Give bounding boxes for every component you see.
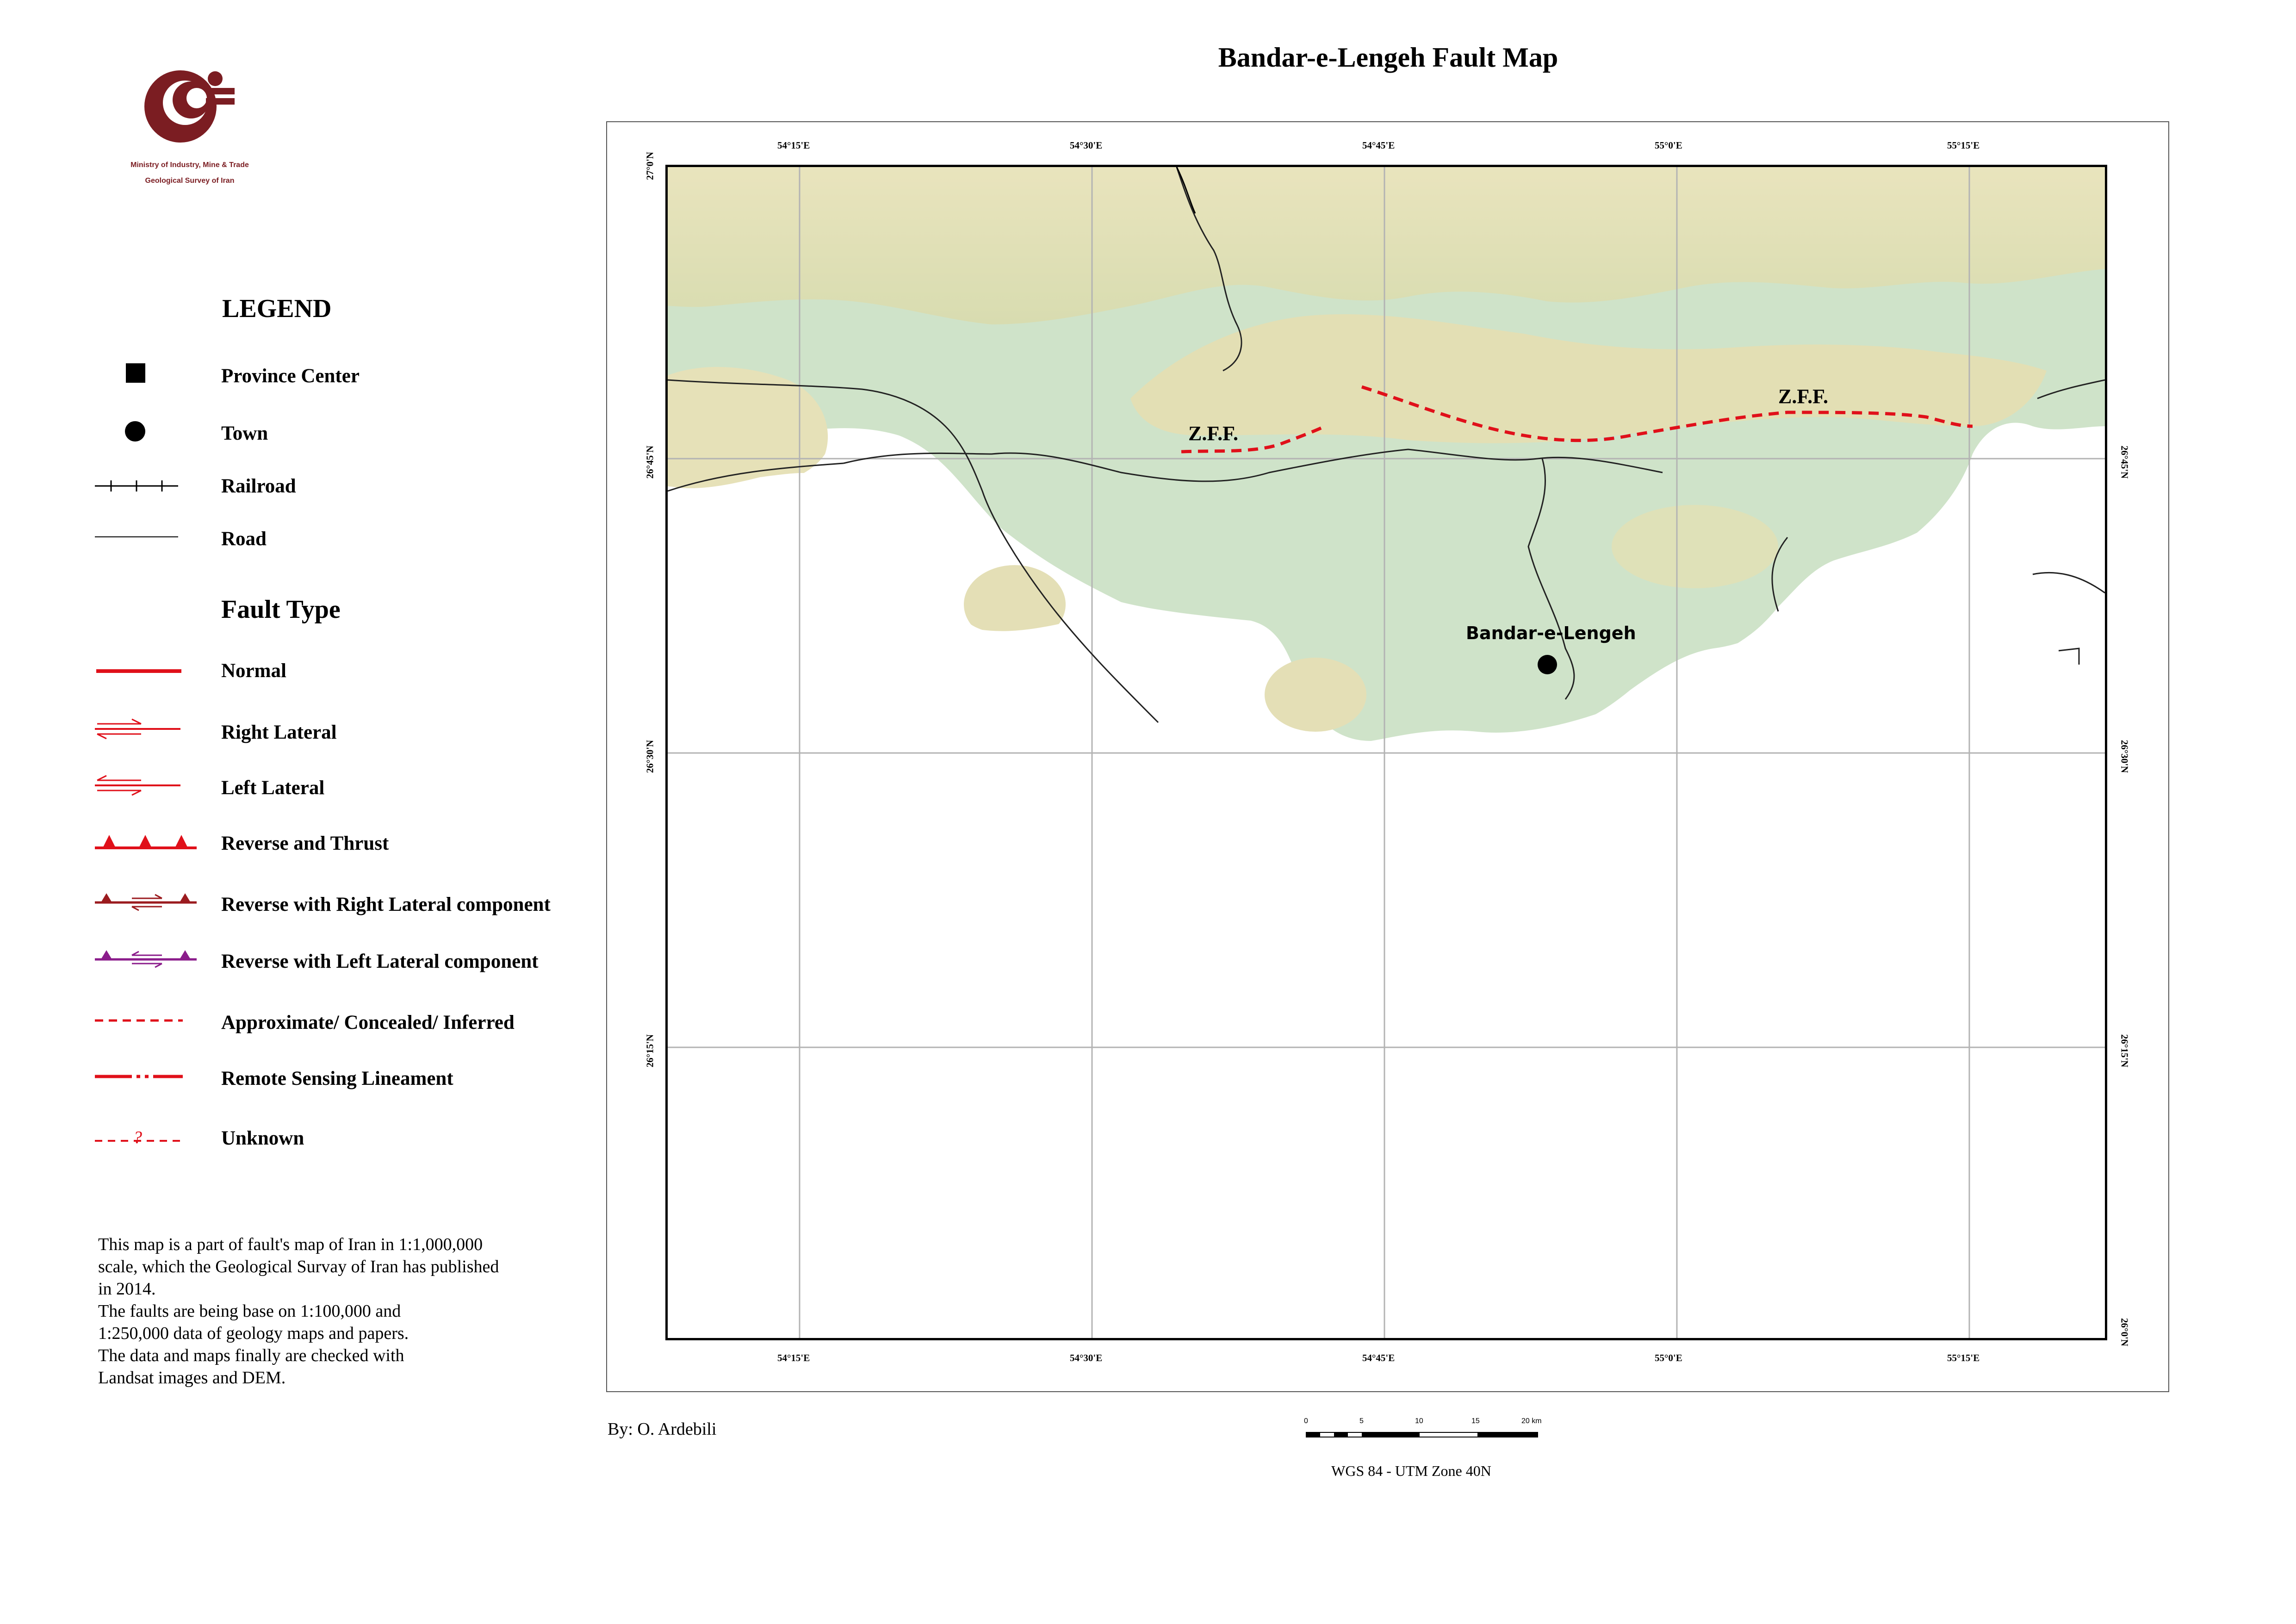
town-marker bbox=[1538, 655, 1557, 674]
dashed-fault-icon bbox=[95, 1019, 183, 1022]
lon-label-bottom: 55°15'E bbox=[1947, 1352, 1980, 1363]
map-note: This map is a part of fault's map of Ira… bbox=[98, 1233, 584, 1389]
svg-text:?: ? bbox=[133, 1128, 142, 1147]
town-label: Bandar-e-Lengeh bbox=[1466, 623, 1636, 643]
unknown-fault-icon: ? bbox=[95, 1128, 183, 1147]
org-survey-text: Geological Survey of Iran bbox=[145, 177, 235, 185]
thrust-fault-icon bbox=[95, 835, 197, 849]
map-title: Bandar-e-Lengeh Fault Map bbox=[1218, 42, 1558, 73]
legend-left-lateral: Left Lateral bbox=[221, 777, 325, 799]
scale-label: 0 bbox=[1304, 1417, 1308, 1425]
legend-lineament: Remote Sensing Lineament bbox=[221, 1068, 453, 1089]
gsi-logo-icon bbox=[144, 70, 235, 143]
lon-label-bottom: 54°15'E bbox=[777, 1352, 810, 1363]
lat-label-right: 26°15'N bbox=[2119, 1034, 2130, 1068]
legend-normal: Normal bbox=[221, 660, 286, 682]
org-ministry-text: Ministry of Industry, Mine & Trade bbox=[130, 161, 249, 169]
scale-bar: 0 5 10 15 20 km bbox=[1304, 1416, 1545, 1444]
lon-label-top: 54°15'E bbox=[777, 140, 810, 151]
note-line: The faults are being base on 1:100,000 a… bbox=[98, 1301, 401, 1321]
lat-label-right: 26°30'N bbox=[2119, 740, 2130, 773]
circle-icon bbox=[125, 421, 145, 442]
lon-label-top: 55°0'E bbox=[1655, 140, 1682, 151]
reverse-right-lateral-icon bbox=[95, 893, 197, 911]
projection-label: WGS 84 - UTM Zone 40N bbox=[1331, 1462, 1491, 1479]
lon-label-top: 54°30'E bbox=[1070, 140, 1103, 151]
reverse-left-lateral-icon bbox=[95, 950, 197, 968]
road-line-icon bbox=[95, 536, 178, 537]
map-canvas[interactable]: Bandar-e-Lengeh Z.F.F. Z.F.F. bbox=[665, 165, 2107, 1340]
lat-label-left: 26°15'N bbox=[644, 1034, 656, 1068]
note-line: in 2014. bbox=[98, 1279, 156, 1299]
fault-label: Z.F.F. bbox=[1778, 385, 1829, 408]
hill-3 bbox=[1612, 505, 1778, 588]
scale-label: 10 bbox=[1415, 1417, 1423, 1425]
lon-label-top: 54°45'E bbox=[1362, 140, 1395, 151]
legend-province-center: Province Center bbox=[221, 365, 360, 387]
gsi-logo: Ministry of Industry, Mine & Trade Geolo… bbox=[93, 60, 287, 199]
railroad-line-icon bbox=[95, 480, 178, 492]
legend-railroad: Railroad bbox=[221, 475, 296, 497]
lat-label-right: 26°45'N bbox=[2119, 445, 2130, 479]
legend-right-lateral: Right Lateral bbox=[221, 722, 337, 743]
lineament-icon bbox=[95, 1075, 183, 1078]
legend-road: Road bbox=[221, 528, 267, 550]
legend-reverse-left-lateral: Reverse with Left Lateral component bbox=[221, 951, 539, 972]
note-line: Landsat images and DEM. bbox=[98, 1368, 286, 1388]
fault-label: Z.F.F. bbox=[1188, 422, 1239, 445]
lat-label-left: 26°45'N bbox=[644, 445, 656, 479]
scale-label: 15 bbox=[1471, 1417, 1480, 1425]
right-lateral-fault-icon bbox=[95, 718, 180, 740]
left-lateral-fault-icon bbox=[95, 775, 180, 796]
map-terrain-svg bbox=[668, 167, 2105, 1338]
legend-town: Town bbox=[221, 423, 268, 444]
normal-fault-icon bbox=[96, 669, 181, 673]
hill-2 bbox=[1265, 658, 1366, 732]
legend-unknown: Unknown bbox=[221, 1127, 304, 1149]
legend-reverse-thrust: Reverse and Thrust bbox=[221, 833, 389, 854]
note-line: The data and maps finally are checked wi… bbox=[98, 1346, 404, 1365]
fault-type-title: Fault Type bbox=[221, 595, 341, 624]
lon-label-bottom: 55°0'E bbox=[1655, 1352, 1682, 1363]
legend-approximate: Approximate/ Concealed/ Inferred bbox=[221, 1012, 515, 1033]
note-line: 1:250,000 data of geology maps and paper… bbox=[98, 1324, 409, 1343]
scale-label: 5 bbox=[1359, 1417, 1364, 1425]
note-line: This map is a part of fault's map of Ira… bbox=[98, 1235, 483, 1254]
map-author: By: O. Ardebili bbox=[608, 1419, 717, 1439]
legend-reverse-right-lateral: Reverse with Right Lateral component bbox=[221, 894, 551, 915]
lon-label-bottom: 54°30'E bbox=[1070, 1352, 1103, 1363]
lat-label-left: 27°0'N bbox=[644, 152, 656, 180]
lon-label-top: 55°15'E bbox=[1947, 140, 1980, 151]
scale-label: 20 km bbox=[1521, 1417, 1542, 1425]
legend-title: LEGEND bbox=[222, 294, 332, 323]
lon-label-bottom: 54°45'E bbox=[1362, 1352, 1395, 1363]
lat-label-right: 26°0'N bbox=[2119, 1318, 2130, 1346]
square-icon bbox=[126, 363, 145, 383]
lat-label-left: 26°30'N bbox=[644, 740, 656, 773]
scale-bar-graphic bbox=[1306, 1432, 1538, 1437]
note-line: scale, which the Geological Survay of Ir… bbox=[98, 1257, 499, 1276]
